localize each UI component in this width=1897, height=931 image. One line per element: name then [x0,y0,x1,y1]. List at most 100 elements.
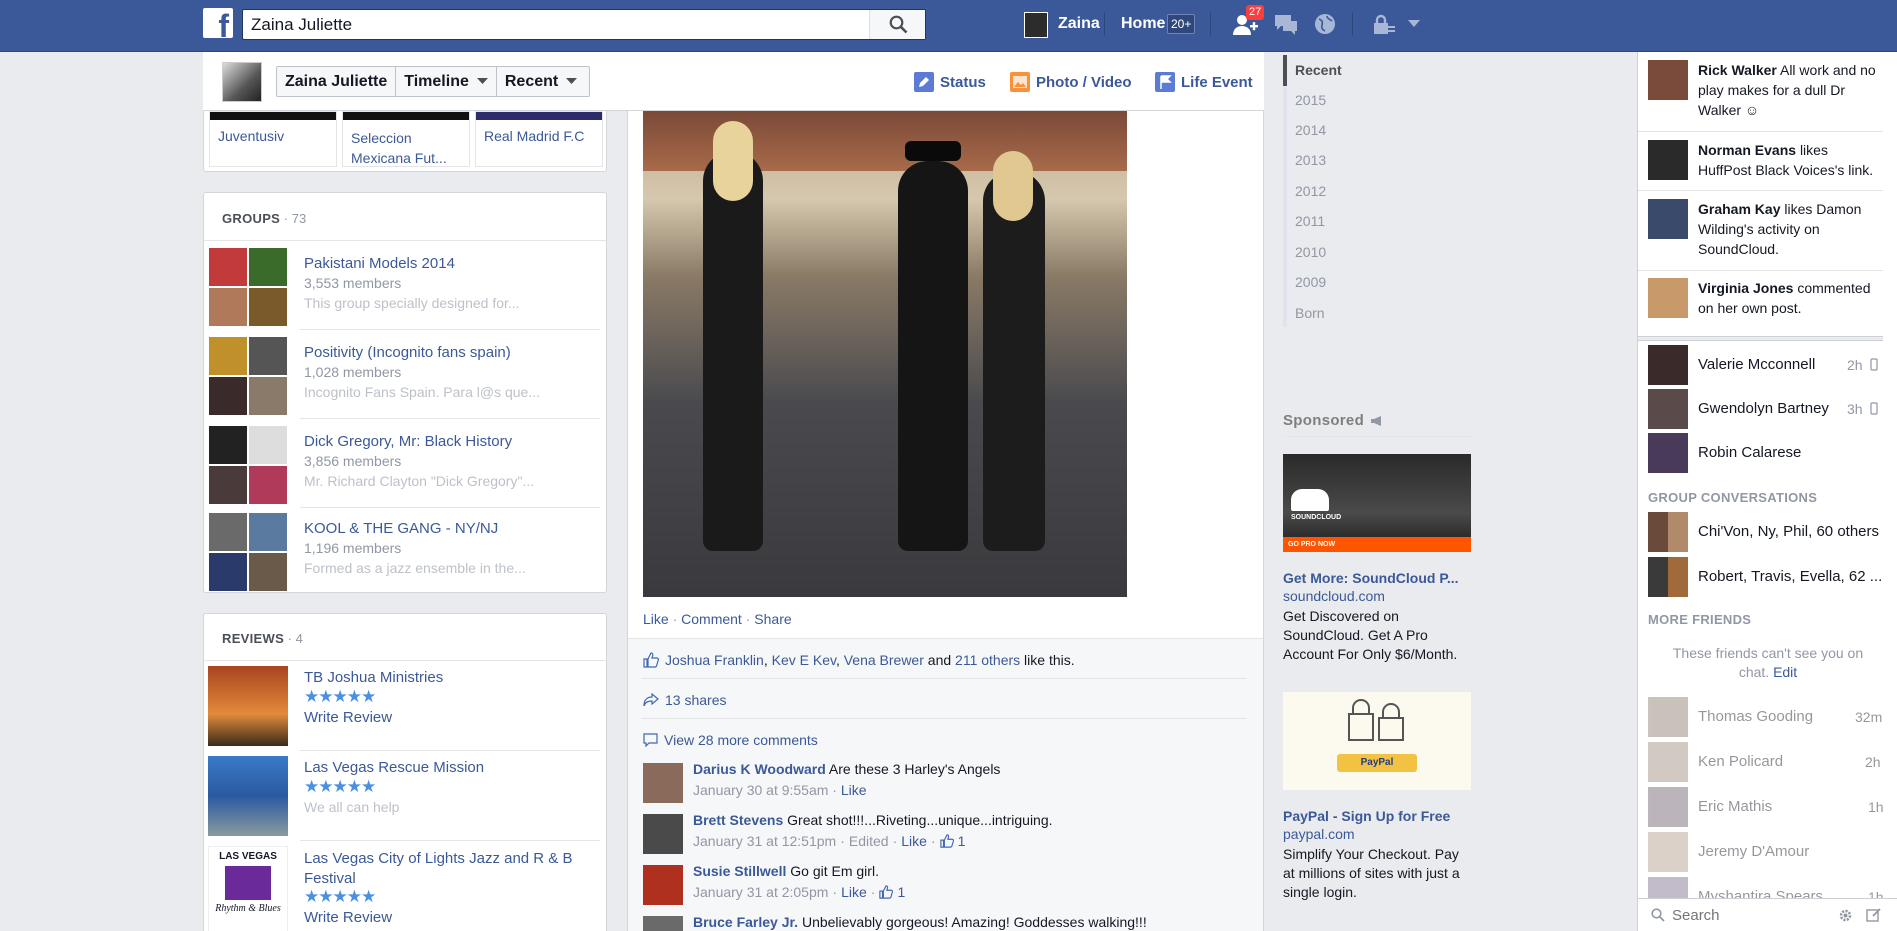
ticker-item[interactable]: Norman Evans likes HuffPost Black Voices… [1648,140,1878,184]
commenter-avatar[interactable] [643,763,683,803]
chat-visibility-edit-link[interactable]: Edit [1773,664,1797,680]
reviews-title[interactable]: REVIEWS [222,631,284,646]
like-tile[interactable]: Real Madrid F.C [475,111,603,167]
like-tile[interactable]: Seleccion Mexicana Fut... [342,111,470,167]
offline-friend-row[interactable]: Thomas Gooding 32m [1648,697,1883,739]
group-name[interactable]: KOOL & THE GANG - NY/NJ [304,520,498,537]
ad-domain[interactable]: soundcloud.com [1283,588,1385,604]
chat-friend-row[interactable]: Gwendolyn Bartney 3h [1648,389,1883,431]
user-name-link[interactable]: Zaina [1058,15,1100,33]
comment-edited-label[interactable]: Edited [849,833,889,849]
chat-search-input[interactable] [1672,905,1822,925]
offline-friend-row[interactable]: Jeremy D'Amour [1648,832,1883,874]
gear-icon[interactable] [1838,908,1853,923]
comment-timestamp[interactable]: January 30 at 9:55am [693,782,828,798]
likes-others-link[interactable]: 211 others [955,652,1020,668]
search-input[interactable] [247,12,867,37]
review-page-name[interactable]: TB Joshua Ministries [304,669,443,686]
group-description: Incognito Fans Spain. Para l@s que... [304,384,541,400]
chat-last-active: 2h [1847,357,1863,373]
year-nav-item[interactable]: 2011 [1283,206,1325,237]
comment-author[interactable]: Bruce Farley Jr. [693,914,798,930]
soundcloud-ad-image[interactable]: SOUNDCLOUD GO PRO NOW [1283,454,1471,552]
group-row[interactable]: Dick Gregory, Mr: Black History 3,856 me… [208,423,603,507]
comment-like-button[interactable]: Like [901,833,927,849]
photo-video-composer-tab[interactable]: Photo / Video [1010,72,1132,92]
groups-title[interactable]: GROUPS [222,211,280,226]
liker-name[interactable]: Joshua Franklin [665,652,764,668]
account-menu-chevron-down-icon[interactable] [1407,19,1421,29]
facebook-logo[interactable]: f [203,8,233,38]
review-row[interactable]: TB Joshua Ministries ★★★★★ Write Review [208,664,603,748]
group-name[interactable]: Dick Gregory, Mr: Black History [304,433,512,450]
review-row[interactable]: LAS VEGAS Rhythm & Blues Las Vegas City … [208,844,603,931]
chat-friend-row[interactable]: Robin Calarese [1648,433,1883,475]
post-photo[interactable] [643,111,1127,597]
comment-author[interactable]: Darius K Woodward [693,761,826,777]
review-page-name[interactable]: Las Vegas Rescue Mission [304,759,484,776]
comment-button[interactable]: Comment [681,611,742,627]
year-nav-item[interactable]: 2013 [1283,145,1326,176]
year-nav-item[interactable]: 2012 [1283,176,1326,207]
year-nav-item[interactable]: 2014 [1283,115,1326,146]
group-conversation-row[interactable]: Chi'Von, Ny, Phil, 60 others [1648,512,1883,554]
comment-like-button[interactable]: Like [841,782,867,798]
comment-timestamp[interactable]: January 31 at 2:05pm [693,884,828,900]
paypal-ad-image[interactable]: PayPal [1283,692,1471,790]
search-button[interactable] [869,10,925,39]
ad-domain[interactable]: paypal.com [1283,826,1355,842]
recent-dropdown[interactable]: Recent [497,67,585,96]
review-row[interactable]: Las Vegas Rescue Mission ★★★★★ We all ca… [208,754,603,838]
chat-friend-row[interactable]: Valerie Mcconnell 2h [1648,345,1883,387]
privacy-lock-icon[interactable] [1372,14,1396,36]
review-page-name[interactable]: Las Vegas City of Lights Jazz and R & B … [304,849,574,889]
year-nav-item[interactable]: 2010 [1283,237,1326,268]
ticker-resize-handle[interactable] [1638,336,1883,341]
status-composer-tab[interactable]: Status [914,72,986,92]
shares-row[interactable]: 13 shares [643,692,726,708]
ticker-item[interactable]: Virginia Jones commented on her own post… [1648,278,1878,322]
comment-author[interactable]: Susie Stillwell [693,863,786,879]
write-review-link[interactable]: Write Review [304,709,392,726]
commenter-avatar[interactable] [643,916,683,931]
share-button[interactable]: Share [754,611,791,627]
comment-like-count[interactable]: 1 [958,833,966,849]
notifications-globe-icon[interactable] [1313,12,1337,36]
ticker-item[interactable]: Rick Walker All work and no play makes f… [1648,60,1878,126]
ad-title[interactable]: PayPal - Sign Up for Free [1283,808,1450,824]
commenter-avatar[interactable] [643,814,683,854]
write-review-link[interactable]: Write Review [304,909,392,926]
timeline-dropdown[interactable]: Timeline [396,67,497,96]
group-name[interactable]: Pakistani Models 2014 [304,255,455,272]
profile-name-button[interactable]: Zaina Juliette [277,67,397,96]
offline-friend-row[interactable]: Ken Policard 2h [1648,742,1883,784]
year-nav-item-recent[interactable]: Recent [1283,55,1342,86]
like-button[interactable]: Like [643,611,669,627]
offline-friend-row[interactable]: Eric Mathis 1h [1648,787,1884,829]
ad-title[interactable]: Get More: SoundCloud P... [1283,570,1471,586]
liker-name[interactable]: Kev E Kev [772,652,836,668]
year-nav-item[interactable]: 2015 [1283,85,1326,116]
like-tile[interactable]: Juventusiv [209,111,337,167]
group-conversation-row[interactable]: Robert, Travis, Evella, 62 ... [1648,557,1883,599]
home-link[interactable]: Home [1121,15,1165,33]
user-avatar[interactable] [1024,12,1048,38]
group-row[interactable]: KOOL & THE GANG - NY/NJ 1,196 members Fo… [208,512,603,592]
liker-name[interactable]: Vena Brewer [844,652,924,668]
comment-like-count[interactable]: 1 [897,884,905,900]
comment-timestamp[interactable]: January 31 at 12:51pm [693,833,836,849]
commenter-avatar[interactable] [643,865,683,905]
new-message-icon[interactable] [1866,907,1882,923]
life-event-composer-tab[interactable]: Life Event [1155,72,1253,92]
year-nav-item-born[interactable]: Born [1283,298,1325,329]
view-more-comments[interactable]: View 28 more comments [643,732,818,748]
comment-like-button[interactable]: Like [841,884,867,900]
group-row[interactable]: Pakistani Models 2014 3,553 members This… [208,245,603,329]
comment-author[interactable]: Brett Stevens [693,812,783,828]
ticker-item[interactable]: Graham Kay likes Damon Wilding's activit… [1648,199,1878,265]
messages-icon[interactable] [1273,13,1299,37]
profile-thumbnail[interactable] [222,62,262,102]
group-name[interactable]: Positivity (Incognito fans spain) [304,344,511,361]
group-row[interactable]: Positivity (Incognito fans spain) 1,028 … [208,334,603,418]
year-nav-item[interactable]: 2009 [1283,267,1326,298]
